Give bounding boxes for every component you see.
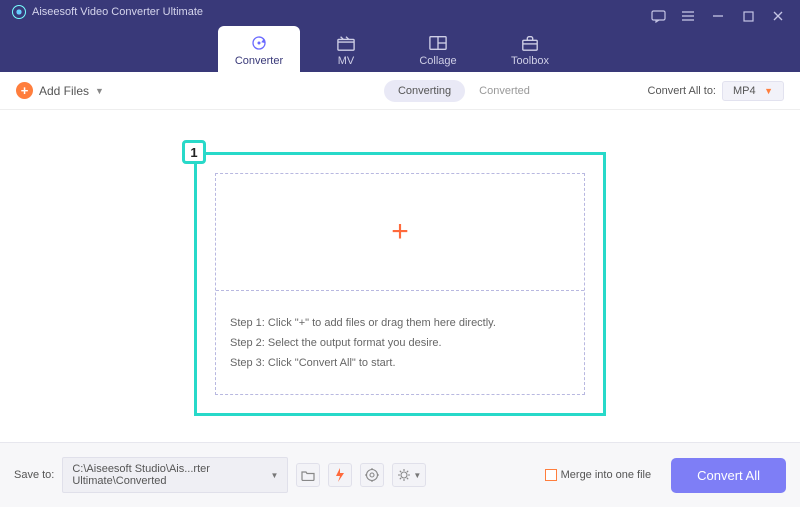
save-path-dropdown[interactable]: C:\Aiseesoft Studio\Ais...rter Ultimate\… bbox=[62, 457, 288, 493]
tab-label: Toolbox bbox=[511, 55, 549, 67]
window-controls bbox=[636, 0, 800, 32]
save-path-value: C:\Aiseesoft Studio\Ais...rter Ultimate\… bbox=[72, 463, 270, 487]
save-to-label: Save to: bbox=[14, 469, 54, 481]
plus-circle-icon: + bbox=[16, 82, 33, 99]
chevron-down-icon: ▼ bbox=[413, 471, 421, 480]
chevron-down-icon: ▼ bbox=[270, 471, 278, 480]
toolbar: + Add Files ▼ Converting Converted Conve… bbox=[0, 72, 800, 110]
drop-area[interactable]: 1 + Step 1: Click "+" to add files or dr… bbox=[194, 152, 606, 416]
feedback-icon[interactable] bbox=[650, 8, 666, 24]
settings-button[interactable]: ▼ bbox=[392, 463, 426, 487]
close-icon[interactable] bbox=[770, 8, 786, 24]
drop-zone[interactable]: + bbox=[216, 174, 584, 291]
app-title: Aiseesoft Video Converter Ultimate bbox=[32, 6, 203, 18]
gpu-on-button[interactable] bbox=[328, 463, 352, 487]
convert-all-to: Convert All to: MP4 ▼ bbox=[648, 81, 784, 101]
open-folder-button[interactable] bbox=[296, 463, 320, 487]
tab-collage[interactable]: Collage bbox=[392, 26, 484, 74]
menu-icon[interactable] bbox=[680, 8, 696, 24]
callout-badge: 1 bbox=[182, 140, 206, 164]
tab-label: Collage bbox=[419, 55, 456, 67]
step-3: Step 3: Click "Convert All" to start. bbox=[230, 357, 570, 369]
status-segment: Converting Converted bbox=[384, 80, 544, 102]
add-files-label: Add Files bbox=[39, 84, 89, 98]
tab-label: Converter bbox=[235, 55, 283, 67]
format-dropdown[interactable]: MP4 ▼ bbox=[722, 81, 784, 101]
main-area: + Add Files ▼ Converting Converted Conve… bbox=[0, 72, 800, 442]
chevron-down-icon: ▼ bbox=[95, 86, 104, 96]
plus-icon: + bbox=[391, 215, 409, 249]
checkbox-icon bbox=[545, 469, 557, 481]
merge-checkbox[interactable]: Merge into one file bbox=[545, 469, 652, 481]
steps-list: Step 1: Click "+" to add files or drag t… bbox=[216, 291, 584, 394]
convert-all-to-label: Convert All to: bbox=[648, 85, 716, 97]
app-logo-icon bbox=[12, 5, 26, 19]
tab-label: MV bbox=[338, 55, 355, 67]
add-files-button[interactable]: + Add Files ▼ bbox=[16, 82, 104, 99]
gpu-off-button[interactable] bbox=[360, 463, 384, 487]
chevron-down-icon: ▼ bbox=[764, 86, 773, 96]
converted-tab[interactable]: Converted bbox=[465, 80, 544, 102]
maximize-icon[interactable] bbox=[740, 8, 756, 24]
tab-converter[interactable]: Converter bbox=[218, 26, 300, 74]
minimize-icon[interactable] bbox=[710, 8, 726, 24]
dashed-box: + Step 1: Click "+" to add files or drag… bbox=[215, 173, 585, 395]
step-1: Step 1: Click "+" to add files or drag t… bbox=[230, 317, 570, 329]
format-value: MP4 bbox=[733, 85, 756, 97]
merge-label: Merge into one file bbox=[561, 469, 652, 481]
tab-toolbox[interactable]: Toolbox bbox=[484, 26, 576, 74]
main-tabs: Converter MV Collage Toolbox bbox=[218, 26, 576, 74]
footer-bar: Save to: C:\Aiseesoft Studio\Ais...rter … bbox=[0, 442, 800, 507]
tab-mv[interactable]: MV bbox=[300, 26, 392, 74]
convert-all-button[interactable]: Convert All bbox=[671, 458, 786, 493]
title-left: Aiseesoft Video Converter Ultimate bbox=[0, 0, 215, 24]
step-2: Step 2: Select the output format you des… bbox=[230, 337, 570, 349]
converting-tab[interactable]: Converting bbox=[384, 80, 465, 102]
